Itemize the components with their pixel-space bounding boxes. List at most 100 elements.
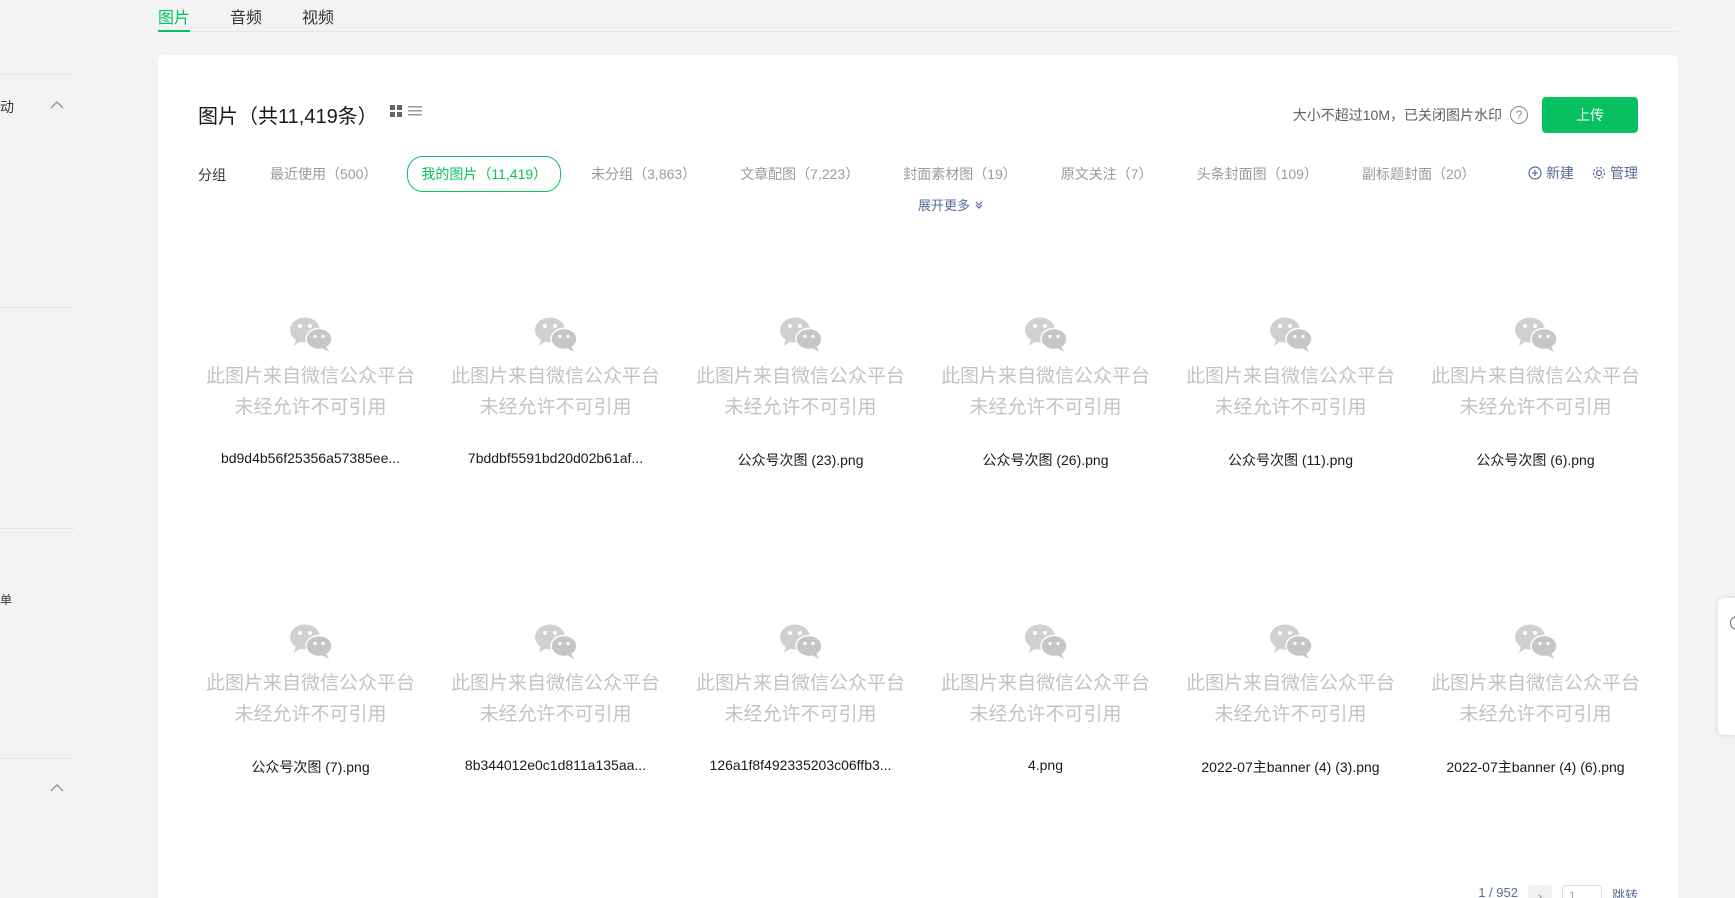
media-type-tabs: 图片 音频 视频 bbox=[158, 0, 1678, 32]
image-tile[interactable]: 此图片来自微信公众平台 未经允许不可引用 公众号次图 (23).png bbox=[688, 295, 933, 602]
double-chevron-down-icon bbox=[975, 201, 983, 209]
image-filename: 4.png bbox=[1027, 757, 1064, 773]
sidebar-divider bbox=[0, 528, 75, 529]
watermark-line2: 未经允许不可引用 bbox=[969, 704, 1122, 725]
watermark-line2: 未经允许不可引用 bbox=[234, 397, 387, 418]
tab-video[interactable]: 视频 bbox=[302, 4, 334, 32]
sidebar-item-label[interactable]: 动 bbox=[0, 97, 14, 117]
next-page-button[interactable]: › bbox=[1527, 885, 1552, 898]
watermark-line1: 此图片来自微信公众平台 bbox=[1185, 673, 1395, 694]
wechat-logo-icon bbox=[779, 624, 823, 659]
sidebar-item-label[interactable]: 单 bbox=[0, 591, 12, 608]
group-subtitle-covers[interactable]: 副标题封面（20） bbox=[1348, 156, 1490, 192]
image-thumbnail[interactable]: 此图片来自微信公众平台 未经允许不可引用 bbox=[198, 602, 423, 772]
image-thumbnail[interactable]: 此图片来自微信公众平台 未经允许不可引用 bbox=[1178, 295, 1403, 465]
page-status: 1 / 952 bbox=[1478, 885, 1518, 898]
watermark-line1: 此图片来自微信公众平台 bbox=[450, 673, 660, 694]
group-filter-list: 最近使用（500） 我的图片（11,419） 未分组（3,863） 文章配图（7… bbox=[256, 156, 1506, 192]
group-cover-materials[interactable]: 封面素材图（19） bbox=[889, 156, 1031, 192]
manage-groups-button[interactable]: 管理 bbox=[1592, 163, 1638, 183]
image-tile[interactable]: 此图片来自微信公众平台 未经允许不可引用 7bddbf5591bd20d02b6… bbox=[443, 295, 688, 602]
group-ungrouped[interactable]: 未分组（3,863） bbox=[577, 156, 710, 192]
group-original-follow[interactable]: 原文关注（7） bbox=[1047, 156, 1167, 192]
image-tile[interactable]: 此图片来自微信公众平台 未经允许不可引用 公众号次图 (26).png bbox=[933, 295, 1178, 602]
watermark-line1: 此图片来自微信公众平台 bbox=[205, 366, 415, 387]
image-tile[interactable]: 此图片来自微信公众平台 未经允许不可引用 4.png bbox=[933, 602, 1178, 898]
help-circle-icon[interactable] bbox=[1730, 616, 1735, 630]
new-group-label: 新建 bbox=[1546, 165, 1574, 181]
image-thumbnail[interactable]: 此图片来自微信公众平台 未经允许不可引用 bbox=[443, 602, 668, 772]
expand-more-label: 展开更多 bbox=[918, 198, 971, 213]
upload-hint: 大小不超过10M，已关闭图片水印 ? bbox=[1293, 105, 1528, 125]
image-filename: 2022-07主banner (4) (3).png bbox=[1201, 759, 1380, 775]
watermark-line1: 此图片来自微信公众平台 bbox=[695, 366, 905, 387]
wechat-logo-icon bbox=[1269, 317, 1313, 352]
sidebar-divider bbox=[0, 307, 75, 308]
group-article-images[interactable]: 文章配图（7,223） bbox=[726, 156, 873, 192]
pagination: 1 / 952 › 1 跳转 bbox=[1478, 885, 1638, 898]
expand-more-button[interactable]: 展开更多 bbox=[918, 195, 984, 214]
view-toggle bbox=[390, 105, 422, 117]
tab-images[interactable]: 图片 bbox=[158, 4, 191, 32]
image-tile[interactable]: 此图片来自微信公众平台 未经允许不可引用 公众号次图 (11).png bbox=[1178, 295, 1423, 602]
list-view-icon[interactable] bbox=[408, 105, 422, 117]
image-filename: 2022-07主banner (4) (6).png bbox=[1446, 759, 1625, 775]
image-tile[interactable]: 此图片来自微信公众平台 未经允许不可引用 公众号次图 (7).png bbox=[198, 602, 443, 898]
wechat-logo-icon bbox=[289, 317, 333, 352]
plus-circle-icon bbox=[1528, 166, 1542, 180]
group-headline-covers[interactable]: 头条封面图（109） bbox=[1183, 156, 1332, 192]
chevron-up-icon[interactable] bbox=[50, 783, 64, 793]
sidebar: 动 单 bbox=[0, 0, 75, 898]
watermark-line1: 此图片来自微信公众平台 bbox=[1185, 366, 1395, 387]
group-my-images[interactable]: 我的图片（11,419） bbox=[407, 156, 562, 192]
watermark-line1: 此图片来自微信公众平台 bbox=[1430, 366, 1640, 387]
page-title: 图片（共11,419条） bbox=[198, 106, 378, 128]
wechat-logo-icon bbox=[1514, 317, 1558, 352]
help-icon[interactable]: ? bbox=[1510, 106, 1528, 124]
image-thumbnail[interactable]: 此图片来自微信公众平台 未经允许不可引用 bbox=[198, 295, 423, 465]
floating-help-panel[interactable] bbox=[1718, 598, 1735, 735]
image-tile[interactable]: 此图片来自微信公众平台 未经允许不可引用 2022-07主banner (4) … bbox=[1423, 602, 1668, 898]
sidebar-divider bbox=[0, 74, 75, 75]
upload-hint-text: 大小不超过10M，已关闭图片水印 bbox=[1292, 107, 1502, 123]
group-label: 分组 bbox=[198, 167, 226, 183]
tab-audio[interactable]: 音频 bbox=[230, 4, 262, 32]
watermark-line1: 此图片来自微信公众平台 bbox=[695, 673, 905, 694]
group-recent[interactable]: 最近使用（500） bbox=[256, 156, 391, 192]
upload-button[interactable]: 上传 bbox=[1542, 97, 1638, 133]
image-grid: 此图片来自微信公众平台 未经允许不可引用 bd9d4b56f25356a5738… bbox=[198, 295, 1668, 898]
image-thumbnail[interactable]: 此图片来自微信公众平台 未经允许不可引用 bbox=[688, 602, 913, 772]
watermark-line2: 未经允许不可引用 bbox=[724, 704, 877, 725]
image-thumbnail[interactable]: 此图片来自微信公众平台 未经允许不可引用 bbox=[1178, 602, 1403, 772]
watermark-line2: 未经允许不可引用 bbox=[1459, 397, 1612, 418]
watermark-line2: 未经允许不可引用 bbox=[234, 704, 387, 725]
watermark-line2: 未经允许不可引用 bbox=[969, 397, 1122, 418]
image-tile[interactable]: 此图片来自微信公众平台 未经允许不可引用 2022-07主banner (4) … bbox=[1178, 602, 1423, 898]
image-filename: bd9d4b56f25356a57385ee... bbox=[220, 450, 401, 466]
image-tile[interactable]: 此图片来自微信公众平台 未经允许不可引用 8b344012e0c1d811a13… bbox=[443, 602, 688, 898]
wechat-logo-icon bbox=[289, 624, 333, 659]
image-filename: 公众号次图 (23).png bbox=[737, 452, 864, 468]
image-filename: 公众号次图 (6).png bbox=[1476, 452, 1595, 468]
image-thumbnail[interactable]: 此图片来自微信公众平台 未经允许不可引用 bbox=[1423, 602, 1648, 772]
image-tile[interactable]: 此图片来自微信公众平台 未经允许不可引用 公众号次图 (6).png bbox=[1423, 295, 1668, 602]
watermark-line2: 未经允许不可引用 bbox=[724, 397, 877, 418]
page-number-input[interactable]: 1 bbox=[1561, 885, 1602, 898]
group-actions: 新建 管理 bbox=[1528, 163, 1638, 183]
grid-view-icon[interactable] bbox=[390, 105, 402, 117]
image-tile[interactable]: 此图片来自微信公众平台 未经允许不可引用 126a1f8f492335203c0… bbox=[688, 602, 933, 898]
image-thumbnail[interactable]: 此图片来自微信公众平台 未经允许不可引用 bbox=[688, 295, 913, 465]
jump-button[interactable]: 跳转 bbox=[1612, 885, 1638, 898]
new-group-button[interactable]: 新建 bbox=[1528, 163, 1574, 183]
wechat-logo-icon bbox=[1024, 624, 1068, 659]
sidebar-divider bbox=[0, 758, 75, 759]
watermark-line2: 未经允许不可引用 bbox=[1214, 704, 1367, 725]
image-tile[interactable]: 此图片来自微信公众平台 未经允许不可引用 bd9d4b56f25356a5738… bbox=[198, 295, 443, 602]
chevron-up-icon[interactable] bbox=[50, 100, 64, 110]
watermark-line1: 此图片来自微信公众平台 bbox=[940, 366, 1150, 387]
image-thumbnail[interactable]: 此图片来自微信公众平台 未经允许不可引用 bbox=[1423, 295, 1648, 465]
image-thumbnail[interactable]: 此图片来自微信公众平台 未经允许不可引用 bbox=[443, 295, 668, 465]
wechat-logo-icon bbox=[1269, 624, 1313, 659]
image-thumbnail[interactable]: 此图片来自微信公众平台 未经允许不可引用 bbox=[933, 295, 1158, 465]
image-thumbnail[interactable]: 此图片来自微信公众平台 未经允许不可引用 bbox=[933, 602, 1158, 772]
